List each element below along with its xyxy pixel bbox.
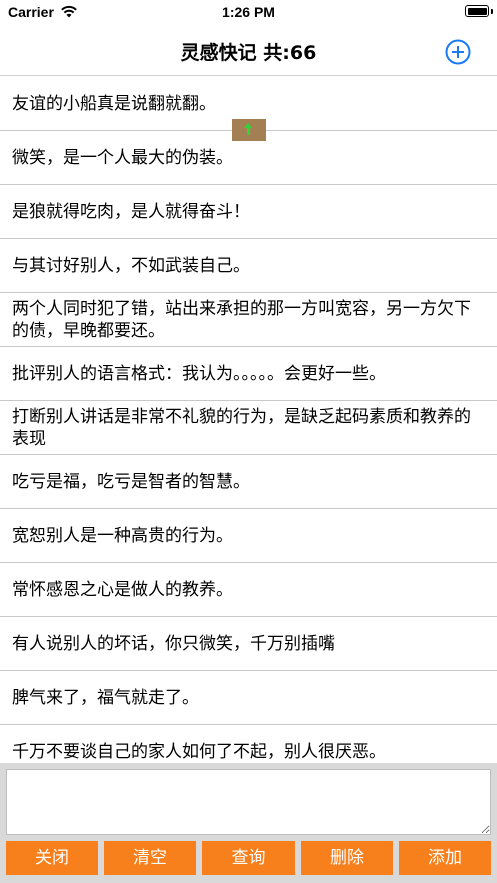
- close-button[interactable]: 关闭: [6, 841, 98, 875]
- list-item[interactable]: 宽恕别人是一种高贵的行为。: [0, 509, 497, 563]
- arrow-up-icon: [244, 123, 252, 135]
- list-item-text: 微笑，是一个人最大的伪装。: [12, 147, 233, 168]
- list-item-text: 是狼就得吃肉，是人就得奋斗！: [12, 201, 250, 222]
- list-item-text: 打断别人讲话是非常不礼貌的行为，是缺乏起码素质和教养的表现: [12, 406, 471, 449]
- list-item-text: 常怀感恩之心是做人的教养。: [12, 579, 233, 600]
- input-panel: 关闭 清空 查询 删除 添加: [0, 763, 497, 883]
- list-item[interactable]: 脾气来了，福气就走了。: [0, 671, 497, 725]
- clock: 1:26 PM: [222, 4, 275, 20]
- list-item[interactable]: 打断别人讲话是非常不礼貌的行为，是缺乏起码素质和教养的表现: [0, 401, 497, 455]
- delete-button[interactable]: 删除: [301, 841, 393, 875]
- list-item[interactable]: 常怀感恩之心是做人的教养。: [0, 563, 497, 617]
- list-item[interactable]: 两个人同时犯了错，站出来承担的那一方叫宽容，另一方欠下的债，早晚都要还。: [0, 293, 497, 347]
- note-input[interactable]: [6, 769, 491, 835]
- list-item-text: 千万不要谈自己的家人如何了不起，别人很厌恶。: [12, 741, 386, 762]
- list-item-text: 脾气来了，福气就走了。: [12, 687, 199, 708]
- notes-list[interactable]: 友谊的小船真是说翻就翻。 微笑，是一个人最大的伪装。 是狼就得吃肉，是人就得奋斗…: [0, 77, 497, 763]
- add-button[interactable]: 添加: [399, 841, 491, 875]
- list-item[interactable]: 有人说别人的坏话，你只微笑，千万别插嘴: [0, 617, 497, 671]
- status-bar: Carrier 1:26 PM: [0, 0, 497, 26]
- battery-tip: [491, 9, 493, 14]
- page-title: 灵感快记 共:66: [180, 42, 317, 64]
- list-item-text: 吃亏是福，吃亏是智者的智慧。: [12, 471, 250, 492]
- plus-circle-icon[interactable]: [445, 39, 471, 65]
- list-item-text: 友谊的小船真是说翻就翻。: [12, 93, 216, 114]
- list-item[interactable]: 是狼就得吃肉，是人就得奋斗！: [0, 185, 497, 239]
- list-item-text: 两个人同时犯了错，站出来承担的那一方叫宽容，另一方欠下的债，早晚都要还。: [12, 298, 471, 341]
- list-item-text: 有人说别人的坏话，你只微笑，千万别插嘴: [12, 633, 335, 654]
- list-item[interactable]: 批评别人的语言格式：我认为。。。。。会更好一些。: [0, 347, 497, 401]
- nav-bar: 灵感快记 共:66: [0, 26, 497, 76]
- list-item[interactable]: 吃亏是福，吃亏是智者的智慧。: [0, 455, 497, 509]
- list-item[interactable]: 与其讨好别人，不如武装自己。: [0, 239, 497, 293]
- list-item-text: 批评别人的语言格式：我认为。。。。。会更好一些。: [12, 363, 386, 384]
- list-item[interactable]: 千万不要谈自己的家人如何了不起，别人很厌恶。: [0, 725, 497, 763]
- drag-handle[interactable]: [232, 119, 266, 141]
- list-item-text: 与其讨好别人，不如武装自己。: [12, 255, 250, 276]
- clear-button[interactable]: 清空: [104, 841, 196, 875]
- list-item-text: 宽恕别人是一种高贵的行为。: [12, 525, 233, 546]
- battery-icon: [465, 5, 489, 17]
- query-button[interactable]: 查询: [202, 841, 295, 875]
